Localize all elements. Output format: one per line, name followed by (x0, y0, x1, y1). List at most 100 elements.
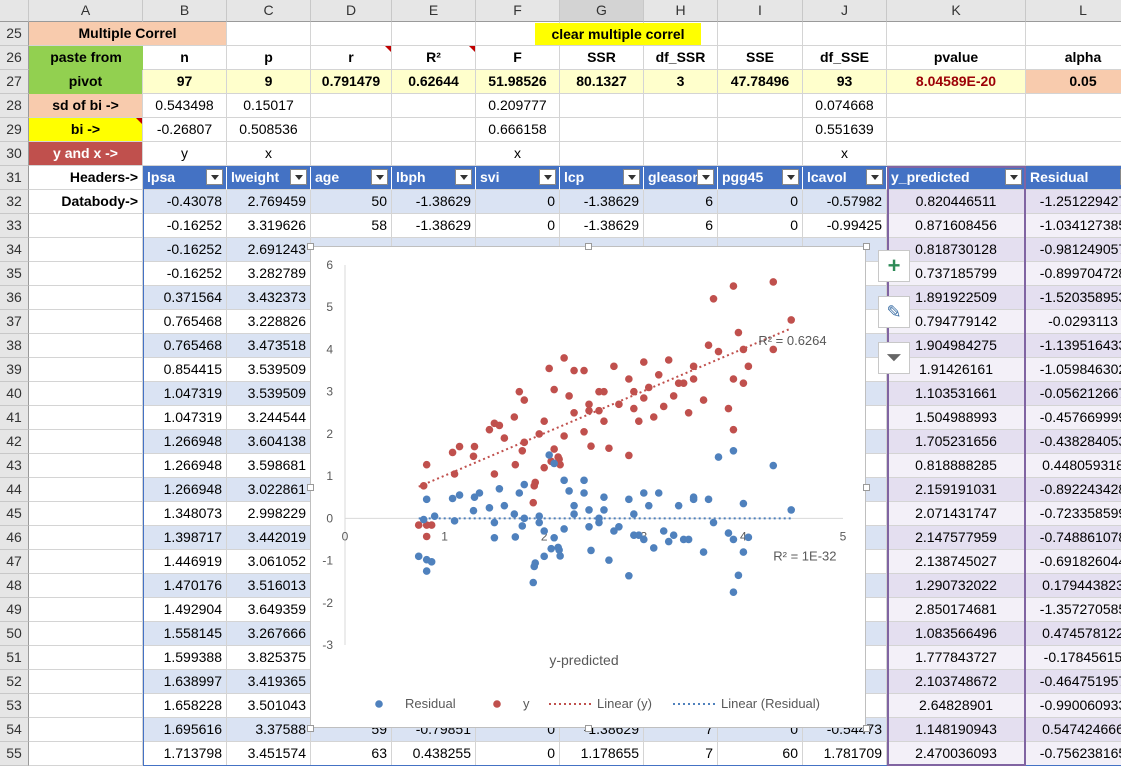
scatter-chart[interactable]: -3-2-10123456012345R² = 0.6264R² = 1E-32… (307, 243, 870, 732)
table-header-svi[interactable]: svi (476, 166, 560, 190)
stat-label-8[interactable]: df_SSE (803, 46, 887, 70)
table-cell[interactable]: -0.464751957 (1026, 670, 1121, 694)
grid-cell[interactable] (29, 502, 143, 526)
row-header-31[interactable]: 31 (0, 166, 29, 190)
table-cell[interactable]: 3.473518 (227, 334, 311, 358)
table-cell[interactable]: 0 (476, 742, 560, 766)
table-cell[interactable]: 0.547424666 (1026, 718, 1121, 742)
table-cell[interactable]: 0.438255 (392, 742, 476, 766)
table-cell[interactable]: 0.448059318 (1026, 454, 1121, 478)
row-header-39[interactable]: 39 (0, 358, 29, 382)
chart-resize-handle[interactable] (307, 725, 314, 732)
chart-resize-handle[interactable] (307, 243, 314, 250)
column-header-d[interactable]: D (311, 0, 392, 22)
select-all-corner[interactable] (0, 0, 29, 22)
table-cell[interactable]: 3.501043 (227, 694, 311, 718)
row-header-27[interactable]: 27 (0, 70, 29, 94)
stat-value-df-ssr[interactable]: 3 (644, 70, 718, 94)
table-cell[interactable]: -1.38629 (392, 190, 476, 214)
grid-cell[interactable] (29, 454, 143, 478)
stat-value-sse[interactable]: 47.78496 (718, 70, 803, 94)
stat-label-10[interactable]: alpha (1026, 46, 1121, 70)
table-cell[interactable]: 0.179443823 (1026, 574, 1121, 598)
grid-cell[interactable] (29, 406, 143, 430)
table-cell[interactable]: 1.290732022 (887, 574, 1026, 598)
filter-dropdown-icon[interactable] (539, 169, 556, 185)
table-cell[interactable]: 0.854415 (143, 358, 227, 382)
table-cell[interactable]: -0.438284053 (1026, 430, 1121, 454)
stat-value-ssr[interactable]: 80.1327 (560, 70, 644, 94)
column-header-j[interactable]: J (803, 0, 887, 22)
grid-cell[interactable] (29, 310, 143, 334)
table-cell[interactable]: -0.99425 (803, 214, 887, 238)
table-cell[interactable]: 0 (476, 190, 560, 214)
row-header-48[interactable]: 48 (0, 574, 29, 598)
grid-cell[interactable] (392, 142, 476, 166)
column-header-c[interactable]: C (227, 0, 311, 22)
table-header-y_predicted[interactable]: y_predicted (887, 166, 1026, 190)
table-cell[interactable]: -0.457669999 (1026, 406, 1121, 430)
column-header-a[interactable]: A (29, 0, 143, 22)
grid-cell[interactable] (887, 142, 1026, 166)
grid-cell[interactable] (392, 94, 476, 118)
table-cell[interactable]: -0.981249057 (1026, 238, 1121, 262)
stat-label-4[interactable]: F (476, 46, 560, 70)
table-header-lweight[interactable]: lweight (227, 166, 311, 190)
grid-cell[interactable] (29, 742, 143, 766)
chart-resize-handle[interactable] (307, 484, 314, 491)
grid-cell[interactable] (311, 142, 392, 166)
table-cell[interactable]: -1.38629 (560, 190, 644, 214)
stat-value-p[interactable]: 9 (227, 70, 311, 94)
bi-f[interactable]: 0.666158 (476, 118, 560, 142)
table-cell[interactable]: 6 (644, 214, 718, 238)
row-header-42[interactable]: 42 (0, 430, 29, 454)
table-cell[interactable]: -0.756238165 (1026, 742, 1121, 766)
grid-cell[interactable] (718, 22, 803, 46)
filter-dropdown-icon[interactable] (1005, 169, 1022, 185)
table-cell[interactable]: 1.047319 (143, 406, 227, 430)
filter-dropdown-icon[interactable] (206, 169, 223, 185)
bi-j[interactable]: 0.551639 (803, 118, 887, 142)
stat-value-df-sse[interactable]: 93 (803, 70, 887, 94)
stat-label-9[interactable]: pvalue (887, 46, 1026, 70)
chart-resize-handle[interactable] (863, 484, 870, 491)
table-cell[interactable]: 1.446919 (143, 550, 227, 574)
table-header-lcavol[interactable]: lcavol (803, 166, 887, 190)
role-b[interactable]: y (143, 142, 227, 166)
sd-j[interactable]: 0.074668 (803, 94, 887, 118)
grid-cell[interactable] (311, 118, 392, 142)
grid-cell[interactable] (718, 142, 803, 166)
row-header-36[interactable]: 36 (0, 286, 29, 310)
grid-cell[interactable] (227, 22, 311, 46)
table-cell[interactable]: 63 (311, 742, 392, 766)
sd-c[interactable]: 0.15017 (227, 94, 311, 118)
table-cell[interactable]: 3.228826 (227, 310, 311, 334)
table-cell[interactable]: 3.061052 (227, 550, 311, 574)
table-cell[interactable]: -0.892243428 (1026, 478, 1121, 502)
chart-resize-handle[interactable] (585, 725, 592, 732)
stat-label-0[interactable]: n (143, 46, 227, 70)
table-cell[interactable]: -0.899704728 (1026, 262, 1121, 286)
table-cell[interactable]: 1.148190943 (887, 718, 1026, 742)
table-header-gleason[interactable]: gleason (644, 166, 718, 190)
add-chart-element-button[interactable]: + (878, 250, 910, 282)
grid-cell[interactable] (29, 646, 143, 670)
bi-label[interactable]: bi -> (29, 118, 143, 142)
grid-cell[interactable] (392, 118, 476, 142)
role-c[interactable]: x (227, 142, 311, 166)
stat-value-n[interactable]: 97 (143, 70, 227, 94)
table-header-residual[interactable]: Residual (1026, 166, 1121, 190)
table-cell[interactable]: 2.159191031 (887, 478, 1026, 502)
column-header-f[interactable]: F (476, 0, 560, 22)
row-header-33[interactable]: 33 (0, 214, 29, 238)
row-header-45[interactable]: 45 (0, 502, 29, 526)
table-cell[interactable]: 3.282789 (227, 262, 311, 286)
table-cell[interactable]: 1.781709 (803, 742, 887, 766)
table-cell[interactable]: 1.047319 (143, 382, 227, 406)
table-cell[interactable]: 3.825375 (227, 646, 311, 670)
grid-cell[interactable] (29, 430, 143, 454)
table-cell[interactable]: 1.638997 (143, 670, 227, 694)
grid-cell[interactable] (887, 22, 1026, 46)
row-header-44[interactable]: 44 (0, 478, 29, 502)
table-cell[interactable]: 3.442019 (227, 526, 311, 550)
